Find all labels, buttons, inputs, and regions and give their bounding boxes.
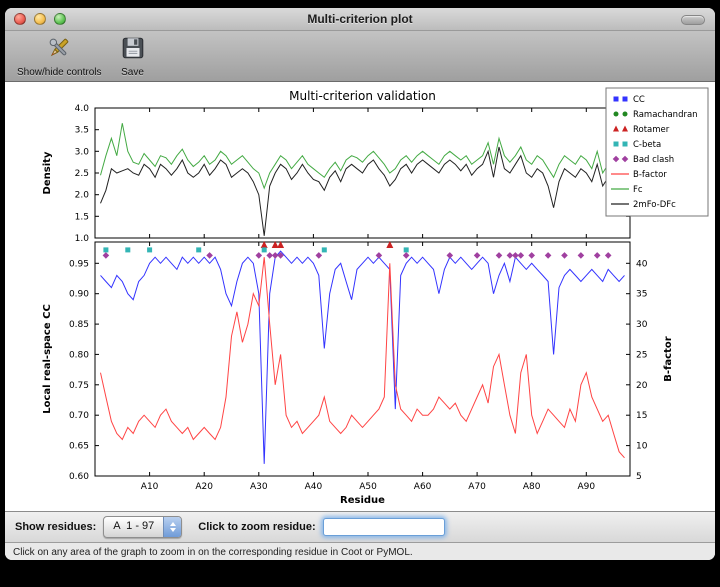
svg-text:C-beta: C-beta [633, 140, 661, 150]
svg-text:35: 35 [636, 290, 647, 300]
svg-text:2mFo-DFc: 2mFo-DFc [633, 200, 676, 210]
status-text: Click on any area of the graph to zoom i… [13, 547, 413, 558]
svg-text:4.0: 4.0 [75, 104, 90, 114]
svg-text:15: 15 [636, 411, 647, 421]
svg-text:10: 10 [636, 442, 648, 452]
svg-text:B-factor: B-factor [663, 336, 674, 381]
residue-range-select[interactable]: A 1 - 97 [103, 516, 182, 538]
svg-text:Multi-criterion validation: Multi-criterion validation [289, 89, 436, 103]
svg-text:0.75: 0.75 [69, 381, 89, 391]
toolbar-toggle-button[interactable] [681, 15, 705, 25]
svg-text:Bad clash: Bad clash [633, 155, 674, 165]
svg-text:A40: A40 [305, 482, 323, 492]
svg-text:20: 20 [636, 381, 648, 391]
svg-text:Density: Density [42, 151, 53, 194]
controls-bar: Show residues: A 1 - 97 Click to zoom re… [5, 511, 715, 542]
svg-text:A50: A50 [359, 482, 377, 492]
chart-svg: Multi-criterion validation 4.0 3.5 3.0 2.5 2.… [10, 86, 710, 506]
svg-text:A60: A60 [414, 482, 432, 492]
svg-text:3.5: 3.5 [75, 126, 89, 136]
multi-criterion-plot-window: Multi-criterion plot Show/hide contr [5, 8, 715, 560]
svg-text:A90: A90 [577, 482, 595, 492]
svg-text:A70: A70 [468, 482, 486, 492]
svg-text:5: 5 [636, 472, 642, 482]
svg-text:0.85: 0.85 [69, 320, 89, 330]
svg-text:Ramachandran: Ramachandran [633, 110, 698, 120]
svg-text:1.0: 1.0 [75, 234, 90, 244]
zoom-residue-label: Click to zoom residue: [198, 521, 315, 533]
popup-stepper-icon [163, 517, 181, 537]
svg-text:2.5: 2.5 [75, 169, 89, 179]
svg-text:30: 30 [636, 320, 648, 330]
svg-text:0.90: 0.90 [69, 290, 89, 300]
svg-text:25: 25 [636, 350, 647, 360]
svg-text:Residue: Residue [340, 495, 385, 506]
svg-text:A30: A30 [250, 482, 268, 492]
save-label: Save [121, 67, 144, 78]
residue-range-value: A 1 - 97 [104, 517, 163, 537]
save-button[interactable]: Save [120, 35, 146, 78]
svg-text:B-factor: B-factor [633, 170, 667, 180]
svg-text:1.5: 1.5 [75, 212, 89, 222]
window-title: Multi-criterion plot [5, 12, 715, 26]
svg-text:Fc: Fc [633, 185, 643, 195]
svg-text:3.0: 3.0 [75, 147, 90, 157]
status-bar: Click on any area of the graph to zoom i… [5, 542, 715, 560]
title-bar: Multi-criterion plot [5, 8, 715, 31]
save-icon [120, 35, 146, 66]
svg-text:Rotamer: Rotamer [633, 125, 670, 135]
svg-text:0.65: 0.65 [69, 442, 89, 452]
zoom-residue-input[interactable] [323, 518, 445, 536]
tools-icon [46, 35, 72, 66]
svg-text:0.95: 0.95 [69, 259, 89, 269]
svg-text:0.60: 0.60 [69, 472, 89, 482]
svg-text:Local real-space CC: Local real-space CC [42, 304, 53, 414]
plot-area: Multi-criterion validation 4.0 3.5 3.0 2.5 2.… [5, 82, 715, 511]
svg-text:A20: A20 [195, 482, 213, 492]
svg-text:CC: CC [633, 95, 645, 105]
svg-text:2.0: 2.0 [75, 191, 90, 201]
show-hide-controls-button[interactable]: Show/hide controls [17, 35, 102, 78]
toolbar: Show/hide controls Save [5, 31, 715, 82]
svg-text:A80: A80 [523, 482, 541, 492]
show-residues-label: Show residues: [15, 521, 96, 533]
svg-text:0.70: 0.70 [69, 411, 89, 421]
show-hide-controls-label: Show/hide controls [17, 67, 102, 78]
svg-text:A10: A10 [141, 482, 159, 492]
svg-text:0.80: 0.80 [69, 350, 89, 360]
plot-figure[interactable]: Multi-criterion validation 4.0 3.5 3.0 2.5 2.… [10, 86, 710, 511]
svg-text:40: 40 [636, 259, 648, 269]
